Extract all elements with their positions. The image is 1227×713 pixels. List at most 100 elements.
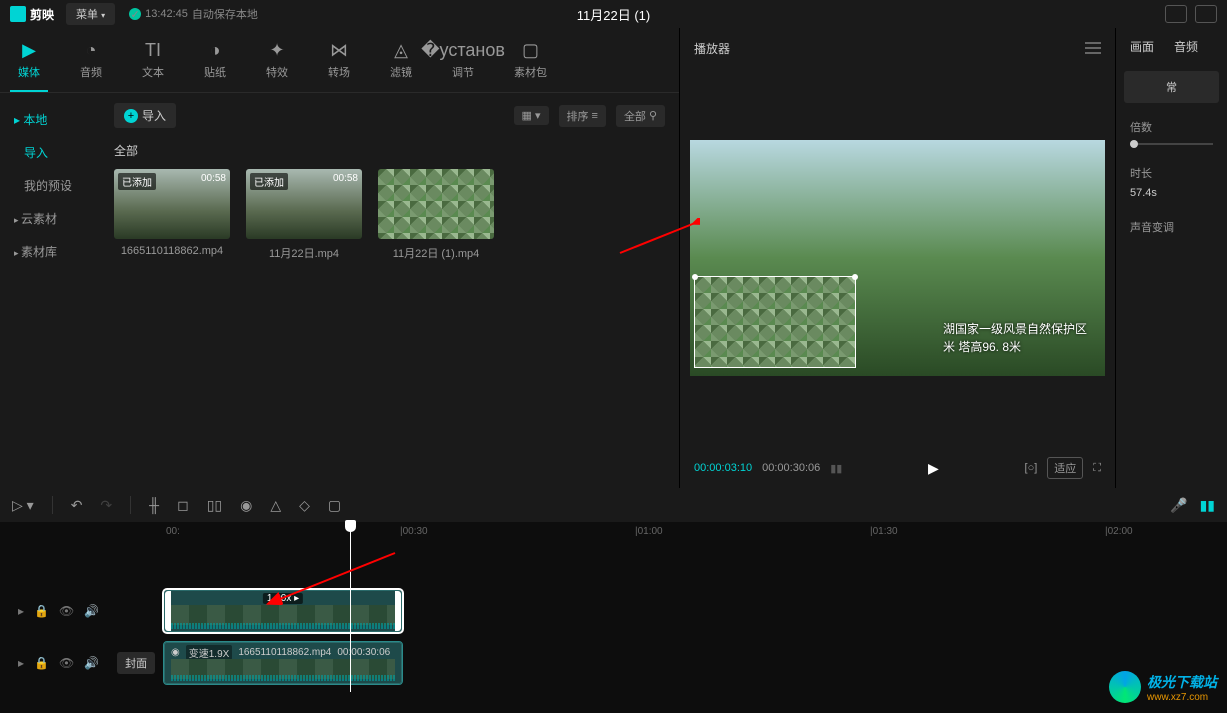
thumb-duration: 00:58	[333, 173, 358, 184]
prop-mode-normal[interactable]: 常	[1124, 71, 1219, 103]
rotate-button[interactable]: ◇	[299, 497, 310, 514]
video-overlay-text: 湖国家一级风景自然保护区 米 塔高96. 8米	[943, 320, 1087, 356]
media-panel: ▶媒体 ◔音频 TI文本 ◑贴纸 ✦特效 ⋈转场 ◬滤镜 �установ调节 …	[0, 28, 680, 488]
track-toggle-icon[interactable]: ▸	[18, 604, 24, 618]
audio-icon: ◔	[81, 40, 101, 60]
media-thumb[interactable]: 已添加 00:58 11月22日.mp4	[246, 169, 362, 261]
check-icon: ✓	[129, 8, 141, 20]
plus-icon: +	[124, 109, 138, 123]
pitch-label: 声音变调	[1130, 219, 1213, 235]
effect-icon: ✦	[267, 40, 287, 60]
text-icon: TI	[143, 40, 163, 60]
logo-icon	[10, 6, 26, 22]
compare-icon[interactable]: ▮▮	[830, 462, 842, 475]
import-button[interactable]: + 导入	[114, 103, 176, 128]
speaker-icon[interactable]: 🔊	[84, 656, 99, 670]
sort-button[interactable]: 排序 ≡	[559, 105, 606, 127]
app-name: 剪映	[30, 6, 54, 23]
thumb-duration: 00:58	[201, 173, 226, 184]
speaker-icon[interactable]: 🔊	[84, 604, 99, 618]
player-title: 播放器	[694, 40, 730, 57]
annotation-arrow	[260, 548, 400, 608]
prop-tab-audio[interactable]: 音频	[1174, 38, 1198, 55]
media-thumb[interactable]: 已添加 00:58 1665110118862.mp4	[114, 169, 230, 261]
thumb-filename: 1665110118862.mp4	[114, 245, 230, 257]
sidebar-cloud[interactable]: 云素材	[0, 202, 100, 235]
current-time: 00:00:03:10	[694, 462, 752, 474]
mic-icon[interactable]: 🎤	[1170, 497, 1187, 514]
watermark: 极光下载站 www.xz7.com	[1109, 671, 1217, 703]
tab-sticker[interactable]: ◑贴纸	[196, 36, 234, 92]
thumb-filename: 11月22日.mp4	[246, 245, 362, 261]
lock-icon[interactable]: 🔒	[34, 656, 49, 670]
duration-value: 57.4s	[1130, 187, 1213, 199]
clip-thumbnails	[171, 605, 395, 625]
split-button[interactable]: ╫	[149, 497, 159, 513]
keyboard-icon[interactable]	[1165, 5, 1187, 23]
duration-label: 时长	[1130, 165, 1213, 181]
player-menu-icon[interactable]	[1085, 42, 1101, 54]
layout-icon[interactable]	[1195, 5, 1217, 23]
tab-audio[interactable]: ◔音频	[72, 36, 110, 92]
filter-all-button[interactable]: 全部 ⚲	[616, 105, 665, 127]
frame-icon[interactable]: [○]	[1025, 462, 1038, 474]
tab-transition[interactable]: ⋈转场	[320, 36, 358, 92]
tab-effect[interactable]: ✦特效	[258, 36, 296, 92]
track-toggle-icon[interactable]: ▸	[18, 656, 24, 670]
app-logo: 剪映	[10, 6, 54, 23]
fit-button[interactable]: 适应	[1047, 457, 1083, 479]
eye-icon[interactable]: 👁	[59, 604, 74, 618]
select-tool[interactable]: ▷ ▾	[12, 497, 34, 514]
delete-left-button[interactable]: ◻	[177, 497, 189, 514]
thumb-filename: 11月22日 (1).mp4	[378, 245, 494, 261]
sidebar-import[interactable]: 导入	[0, 136, 100, 169]
sidebar-presets[interactable]: 我的预设	[0, 169, 100, 202]
eye-icon[interactable]: 👁	[59, 656, 74, 670]
tab-adjust[interactable]: �установ调节	[444, 36, 482, 92]
redo-button[interactable]: ↷	[100, 497, 112, 514]
crop-button[interactable]: ▢	[328, 497, 341, 514]
gallery-label: 全部	[114, 142, 665, 159]
fullscreen-icon[interactable]: ⛶	[1093, 462, 1101, 475]
menu-button[interactable]: 菜单 ▾	[66, 3, 115, 25]
tool-tabs: ▶媒体 ◔音频 TI文本 ◑贴纸 ✦特效 ⋈转场 ◬滤镜 �установ调节 …	[0, 28, 679, 93]
pack-icon: ▢	[521, 40, 541, 60]
tab-filter[interactable]: ◬滤镜	[382, 36, 420, 92]
speed-label: 倍数	[1130, 119, 1213, 135]
tab-pack[interactable]: ▢素材包	[506, 36, 555, 92]
properties-panel: 画面 音频 常 倍数 时长 57.4s 声音变调	[1116, 28, 1227, 488]
undo-button[interactable]: ↶	[71, 497, 83, 514]
view-grid-button[interactable]: ▦ ▾	[514, 106, 549, 125]
cover-button[interactable]: 封面	[117, 652, 155, 674]
added-badge: 已添加	[118, 173, 156, 190]
sticker-icon: ◑	[205, 40, 225, 60]
media-gallery: 已添加 00:58 1665110118862.mp4 已添加 00:58 11…	[114, 169, 665, 261]
play-button[interactable]: ▶	[928, 460, 939, 477]
timeline-toolbar: ▷ ▾ ↶ ↷ ╫ ◻ ▯▯ ◉ △ ◇ ▢ 🎤 ▮▮	[0, 488, 1227, 522]
player-panel: 播放器 ⟳ 湖国家一级风景自然保护区 米 塔高96. 8米 00:00:03:1…	[680, 28, 1116, 488]
delete-right-button[interactable]: ▯▯	[207, 497, 222, 514]
speed-slider[interactable]	[1130, 143, 1213, 145]
track-overlay: ▸ 🔒 👁 🔊 1.90x ▸	[0, 588, 1227, 634]
filter-icon: ◬	[391, 40, 411, 60]
added-badge: 已添加	[250, 173, 288, 190]
timeline: ▷ ▾ ↶ ↷ ╫ ◻ ▯▯ ◉ △ ◇ ▢ 🎤 ▮▮ 00: |00:30 |…	[0, 488, 1227, 713]
topbar: 剪映 菜单 ▾ ✓ 13:42:45 自动保存本地 11月22日 (1)	[0, 0, 1227, 28]
prop-tab-video[interactable]: 画面	[1130, 38, 1154, 55]
player-canvas[interactable]: ⟳ 湖国家一级风景自然保护区 米 塔高96. 8米	[690, 140, 1105, 376]
mirror-button[interactable]: △	[270, 497, 281, 514]
tab-text[interactable]: TI文本	[134, 36, 172, 92]
adjust-icon: �установ	[453, 40, 473, 60]
clip-waveform	[171, 675, 395, 681]
sidebar-local[interactable]: ▸ 本地	[0, 103, 100, 136]
sidebar-library[interactable]: 素材库	[0, 235, 100, 268]
timeline-ruler[interactable]: 00: |00:30 |01:00 |01:30 |02:00	[160, 522, 1227, 542]
tab-media[interactable]: ▶媒体	[10, 36, 48, 92]
speed-button[interactable]: ◉	[240, 497, 252, 514]
lock-icon[interactable]: 🔒	[34, 604, 49, 618]
media-thumb[interactable]: 11月22日 (1).mp4	[378, 169, 494, 261]
watermark-logo-icon	[1109, 671, 1141, 703]
auto-icon[interactable]: ▮▮	[1200, 497, 1215, 514]
timeline-clip[interactable]: ◉ 变速1.9X 1665110118862.mp4 00:00:30:06	[164, 642, 402, 684]
pip-selection[interactable]	[694, 276, 856, 368]
